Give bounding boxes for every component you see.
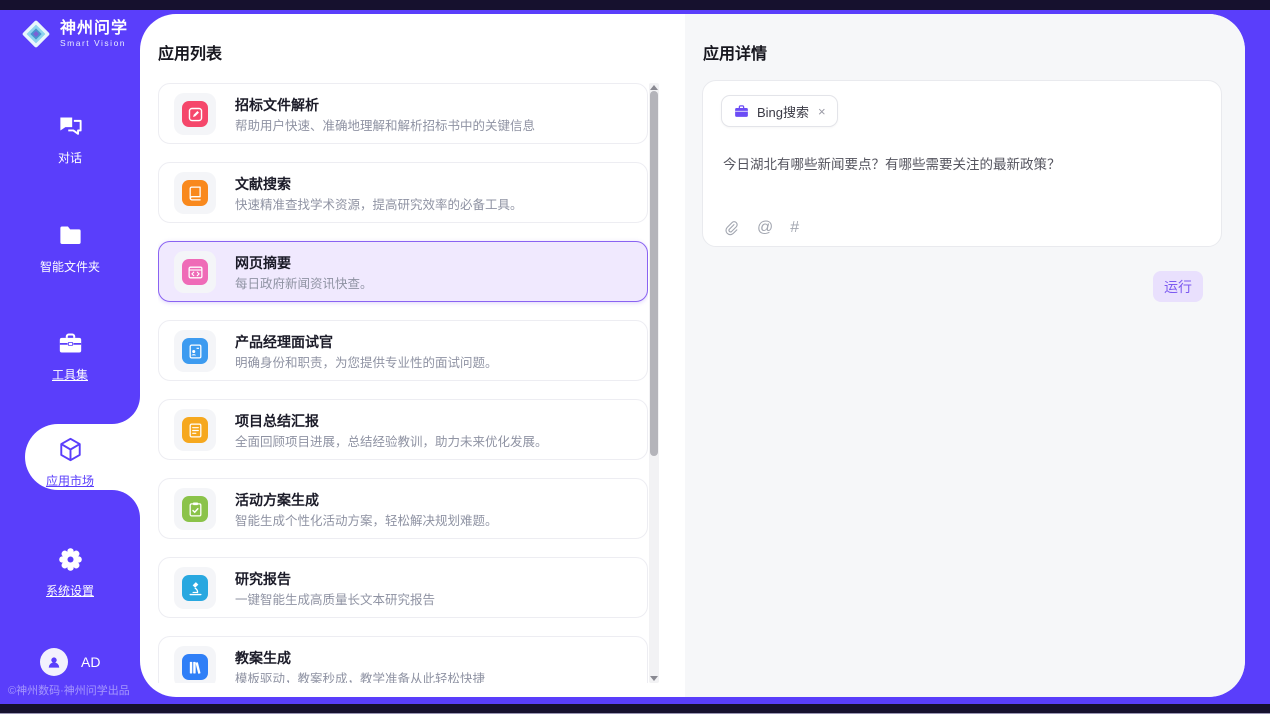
sidebar-item-settings[interactable]: 系统设置 — [0, 546, 140, 599]
top-dark-band — [0, 0, 1270, 10]
sidebar: 神州问学 Smart Vision 对话 智能文件夹 工具集 — [0, 10, 140, 704]
app-icon-chip — [174, 567, 216, 609]
sidebar-item-label: 系统设置 — [0, 582, 140, 599]
app-icon-chip — [174, 93, 216, 135]
app-card-desc: 帮助用户快速、准确地理解和解析招标书中的关键信息 — [235, 115, 635, 134]
diamond-logo-icon — [20, 18, 52, 50]
app-list-panel: 应用列表 招标文件解析 帮助用户快速、准确地理解和解析招标书中的关键信息 文献搜… — [140, 14, 685, 697]
query-text[interactable]: 今日湖北有哪些新闻要点？有哪些需要关注的最新政策？ — [723, 153, 1203, 173]
avatar — [40, 648, 68, 676]
sidebar-item-app-market[interactable]: 应用市场 — [0, 436, 140, 489]
sidebar-item-label: 工具集 — [0, 366, 140, 383]
app-card-desc: 智能生成个性化活动方案，轻松解决规划难题。 — [235, 510, 635, 529]
tool-tag-label: Bing搜索 — [757, 102, 809, 121]
sidebar-item-chat[interactable]: 对话 — [0, 113, 140, 166]
app-card-desc: 快速精准查找学术资源，提高研究效率的必备工具。 — [235, 194, 635, 213]
app-card-title: 文献搜索 — [235, 174, 291, 194]
input-toolbar: @ # — [723, 219, 799, 237]
microscope-icon — [182, 575, 208, 601]
pen-square-icon — [182, 101, 208, 127]
app-card-desc: 每日政府新闻资讯快查。 — [235, 273, 635, 292]
user-account[interactable]: AD — [40, 648, 100, 676]
scrollbar-track[interactable] — [649, 83, 659, 683]
hash-icon[interactable]: # — [790, 219, 799, 237]
gear-icon — [57, 546, 84, 573]
clipboard-check-icon — [182, 496, 208, 522]
app-card-title: 项目总结汇报 — [235, 411, 319, 431]
app-window: 神州问学 Smart Vision 对话 智能文件夹 工具集 — [0, 0, 1270, 714]
scrollbar-thumb[interactable] — [650, 91, 658, 456]
briefcase-icon — [733, 103, 750, 120]
app-icon-chip — [174, 488, 216, 530]
app-detail-panel: 应用详情 Bing搜索 × 今日湖北有哪些新闻要点？有哪些需要关注的最新政策？ … — [685, 14, 1245, 697]
brand-logo: 神州问学 Smart Vision — [20, 18, 128, 50]
cube-icon — [57, 436, 84, 463]
app-card-literature-search[interactable]: 文献搜索 快速精准查找学术资源，提高研究效率的必备工具。 — [158, 162, 648, 223]
sidebar-item-toolset[interactable]: 工具集 — [0, 330, 140, 383]
sidebar-item-label: 智能文件夹 — [0, 258, 140, 275]
app-card-title: 活动方案生成 — [235, 490, 319, 510]
books-icon — [182, 654, 208, 680]
app-card-title: 教案生成 — [235, 648, 291, 668]
app-card-bid-document-analysis[interactable]: 招标文件解析 帮助用户快速、准确地理解和解析招标书中的关键信息 — [158, 83, 648, 144]
copyright-footer: ©神州数码·神州问学出品 — [8, 682, 130, 698]
interviewer-icon — [182, 338, 208, 364]
tool-tag-bing-search[interactable]: Bing搜索 × — [721, 95, 838, 127]
app-card-pm-interviewer[interactable]: 产品经理面试官 明确身份和职责，为您提供专业性的面试问题。 — [158, 320, 648, 381]
chat-icon — [57, 113, 84, 140]
app-card-title: 网页摘要 — [235, 253, 291, 273]
run-button[interactable]: 运行 — [1153, 271, 1203, 302]
toolbox-icon — [57, 330, 84, 357]
report-note-icon — [182, 417, 208, 443]
app-card-title: 招标文件解析 — [235, 95, 319, 115]
person-icon — [45, 653, 63, 671]
app-card-desc: 全面回顾项目进展，总结经验教训，助力未来优化发展。 — [235, 431, 635, 450]
app-card-web-summary[interactable]: 网页摘要 每日政府新闻资讯快查。 — [158, 241, 648, 302]
sidebar-item-label: 应用市场 — [0, 472, 140, 489]
folder-icon — [57, 222, 84, 249]
bottom-dark-band — [0, 704, 1270, 713]
app-card-desc: 一键智能生成高质量长文本研究报告 — [235, 589, 635, 608]
app-card-title: 产品经理面试官 — [235, 332, 333, 352]
pill-curve-top — [112, 396, 140, 424]
paperclip-icon[interactable] — [723, 220, 740, 237]
close-icon[interactable]: × — [818, 104, 826, 119]
app-card-desc: 明确身份和职责，为您提供专业性的面试问题。 — [235, 352, 635, 371]
query-card[interactable]: Bing搜索 × 今日湖北有哪些新闻要点？有哪些需要关注的最新政策？ @ # — [702, 80, 1222, 247]
app-detail-title: 应用详情 — [703, 40, 767, 64]
app-icon-chip — [174, 646, 216, 683]
app-card-lesson-plan[interactable]: 教案生成 模板驱动，教案秒成，教学准备从此轻松快捷 — [158, 636, 648, 683]
mention-icon[interactable]: @ — [757, 219, 773, 237]
brand-subtitle: Smart Vision — [60, 38, 128, 48]
app-icon-chip — [174, 251, 216, 293]
app-card-project-summary[interactable]: 项目总结汇报 全面回顾项目进展，总结经验教训，助力未来优化发展。 — [158, 399, 648, 460]
scroll-up-arrow-icon[interactable] — [650, 85, 658, 90]
pill-curve-bottom — [112, 490, 140, 518]
app-icon-chip — [174, 172, 216, 214]
scroll-down-arrow-icon[interactable] — [650, 676, 658, 681]
app-icon-chip — [174, 330, 216, 372]
app-card-event-plan[interactable]: 活动方案生成 智能生成个性化活动方案，轻松解决规划难题。 — [158, 478, 648, 539]
user-name: AD — [81, 654, 100, 670]
app-card-research-report[interactable]: 研究报告 一键智能生成高质量长文本研究报告 — [158, 557, 648, 618]
web-code-icon — [182, 259, 208, 285]
sidebar-item-smart-folder[interactable]: 智能文件夹 — [0, 222, 140, 275]
book-icon — [182, 180, 208, 206]
app-card-desc: 模板驱动，教案秒成，教学准备从此轻松快捷 — [235, 668, 635, 683]
app-icon-chip — [174, 409, 216, 451]
app-list-title: 应用列表 — [158, 40, 222, 64]
brand-name: 神州问学 — [60, 20, 128, 38]
sidebar-item-label: 对话 — [0, 149, 140, 166]
app-card-list: 招标文件解析 帮助用户快速、准确地理解和解析招标书中的关键信息 文献搜索 快速精… — [158, 83, 648, 683]
app-card-title: 研究报告 — [235, 569, 291, 589]
main-panel: 应用列表 招标文件解析 帮助用户快速、准确地理解和解析招标书中的关键信息 文献搜… — [140, 14, 1245, 697]
